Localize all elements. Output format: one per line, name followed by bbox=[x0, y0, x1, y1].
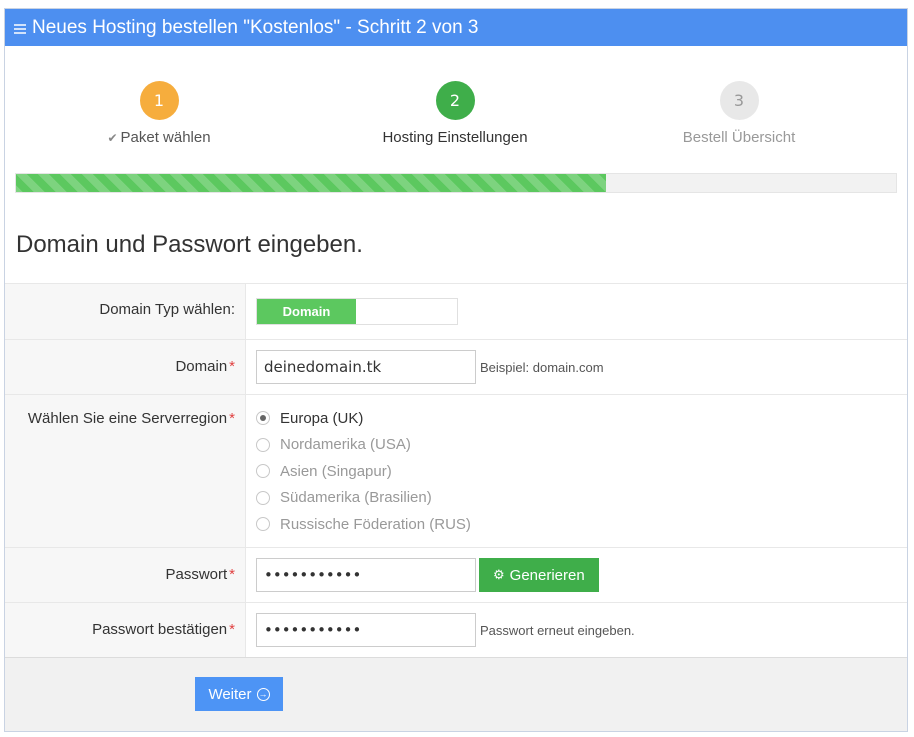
region-option-label: Nordamerika (USA) bbox=[280, 436, 411, 454]
domain-hint: Beispiel: domain.com bbox=[480, 359, 604, 375]
step-1-number: 1 bbox=[139, 81, 179, 120]
radio-button[interactable] bbox=[256, 490, 270, 505]
region-option-label: Russische Föderation (RUS) bbox=[280, 515, 471, 533]
step-2-number: 2 bbox=[435, 81, 475, 120]
region-option-asien[interactable]: Asien (Singapur) bbox=[256, 458, 471, 485]
step-3: 3 Bestell Übersicht bbox=[589, 81, 889, 147]
domain-type-label: Domain Typ wählen: bbox=[5, 284, 246, 339]
step-3-label: Bestell Übersicht bbox=[682, 129, 796, 146]
region-option-russland[interactable]: Russische Föderation (RUS) bbox=[256, 511, 471, 538]
required-marker: * bbox=[229, 566, 235, 583]
region-option-label: Südamerika (Brasilien) bbox=[280, 489, 432, 507]
region-option-suedamerika[interactable]: Südamerika (Brasilien) bbox=[256, 485, 471, 512]
password-confirm-label: Passwort bestätigen bbox=[92, 621, 228, 638]
region-row: Wählen Sie eine Serverregion * Europa (UK… bbox=[5, 394, 907, 547]
step-wizard: 1 ✔ Paket wählen 2 Hosting Einstellungen … bbox=[5, 81, 909, 161]
domain-label: Domain bbox=[175, 358, 228, 375]
region-label: Wählen Sie eine Serverregion bbox=[27, 410, 228, 427]
section-title: Domain und Passwort eingeben. bbox=[16, 231, 363, 258]
next-button[interactable]: Weiter → bbox=[195, 677, 283, 711]
step-1-label: Paket wählen bbox=[120, 129, 211, 146]
generate-password-button[interactable]: ⚙ Generieren bbox=[479, 558, 599, 592]
domain-input[interactable]: deinedomain.tk bbox=[256, 350, 476, 384]
password-input[interactable]: ••••••••••• bbox=[256, 558, 476, 592]
step-2: 2 Hosting Einstellungen bbox=[305, 81, 605, 147]
radio-button[interactable] bbox=[256, 437, 270, 452]
panel-header: Neues Hosting bestellen "Kostenlos" - Sc… bbox=[5, 9, 907, 46]
password-confirm-row: Passwort bestätigen * ••••••••••• Passwor… bbox=[5, 602, 907, 657]
page-title: Neues Hosting bestellen "Kostenlos" - Sc… bbox=[32, 16, 479, 38]
password-label: Passwort bbox=[165, 566, 228, 583]
step-3-number: 3 bbox=[719, 81, 759, 120]
password-confirm-input[interactable]: ••••••••••• bbox=[256, 613, 476, 647]
required-marker: * bbox=[229, 358, 235, 375]
region-option-label: Asien (Singapur) bbox=[280, 462, 392, 480]
step-1[interactable]: 1 ✔ Paket wählen bbox=[9, 81, 309, 147]
domain-type-option-empty[interactable] bbox=[356, 299, 457, 324]
arrow-right-circle-icon: → bbox=[256, 687, 270, 701]
domain-type-row: Domain Typ wählen: Domain bbox=[5, 283, 907, 339]
domain-row: Domain * deinedomain.tk Beispiel: domain.… bbox=[5, 339, 907, 394]
form-footer: Weiter → bbox=[5, 657, 907, 731]
region-option-europa[interactable]: Europa (UK) bbox=[256, 405, 471, 432]
progress-fill bbox=[16, 174, 606, 192]
checkmark-icon: ✔ bbox=[107, 131, 118, 145]
gear-icon: ⚙ bbox=[493, 567, 505, 582]
order-panel: Neues Hosting bestellen "Kostenlos" - Sc… bbox=[4, 8, 908, 732]
region-radio-group: Europa (UK) Nordamerika (USA) Asien (Sin… bbox=[256, 395, 471, 538]
radio-button[interactable] bbox=[256, 464, 270, 479]
radio-button[interactable] bbox=[256, 411, 270, 426]
password-row: Passwort * ••••••••••• ⚙ Generieren bbox=[5, 547, 907, 602]
required-marker: * bbox=[229, 621, 235, 638]
progress-bar bbox=[15, 173, 897, 193]
region-option-nordamerika[interactable]: Nordamerika (USA) bbox=[256, 432, 471, 459]
domain-type-toggle[interactable]: Domain bbox=[256, 298, 458, 325]
hosting-form: Domain Typ wählen: Domain Domain * deined… bbox=[5, 283, 907, 657]
menu-icon bbox=[14, 24, 26, 34]
radio-button[interactable] bbox=[256, 517, 270, 532]
required-marker: * bbox=[229, 410, 235, 427]
generate-label: Generieren bbox=[509, 566, 585, 584]
next-label: Weiter bbox=[208, 685, 252, 703]
region-option-label: Europa (UK) bbox=[280, 409, 364, 427]
password-confirm-hint: Passwort erneut eingeben. bbox=[480, 622, 635, 638]
domain-type-option[interactable]: Domain bbox=[257, 299, 356, 324]
step-2-label: Hosting Einstellungen bbox=[382, 129, 528, 146]
